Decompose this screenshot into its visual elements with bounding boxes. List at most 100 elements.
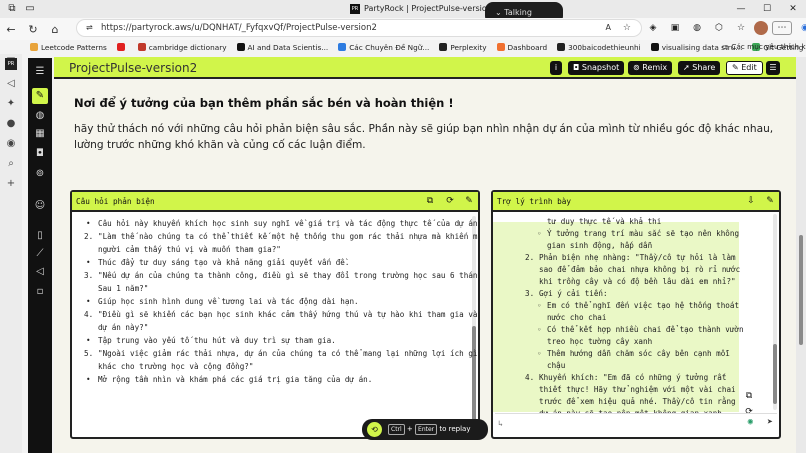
page-scroll-thumb[interactable] (799, 235, 803, 345)
sub-bullet-icon: ◦ (537, 229, 542, 239)
assistant-panel: Trợ lý trình bày ⇩ ✎ tư duy thực tế và k… (491, 190, 781, 439)
list-number: 3. (525, 289, 535, 299)
edit-button[interactable]: ✎ Edit (726, 61, 763, 75)
more-options-icon[interactable]: ⋯ (772, 21, 792, 35)
bookmark-item[interactable]: Dashboard (496, 43, 547, 52)
scroll-thumb[interactable] (773, 344, 777, 404)
info-button[interactable]: i (550, 61, 562, 75)
bookmark-item[interactable]: Các Chuyên Đề Ngữ... (338, 43, 429, 52)
build-icon[interactable]: ✎ (32, 88, 48, 104)
discord-icon[interactable]: ☺ (32, 198, 48, 214)
extension-icon[interactable]: ◈ (644, 20, 662, 36)
page-scrollbar[interactable] (796, 57, 806, 453)
active-tab[interactable]: PR PartyRock | ProjectPulse-version2 (350, 2, 497, 16)
wand-icon[interactable]: ⟋ (32, 246, 48, 262)
minimize-icon[interactable]: — (728, 0, 754, 18)
list-item: treo học tường cây xanh (547, 337, 653, 347)
replay-hint[interactable]: ⟲ Ctrl + Enter to replay (362, 419, 488, 440)
search-icon[interactable]: ⌕ (3, 156, 19, 172)
copy-icon[interactable]: ⧉ (743, 390, 755, 402)
favorite-star-icon[interactable]: ☆ (623, 20, 631, 36)
chevron-down-icon: ⌄ (495, 8, 505, 17)
announce-icon[interactable]: ◁ (32, 264, 48, 280)
library-icon[interactable]: ▦ (32, 126, 48, 142)
list-item: Giúp học sinh hình dung về tương lai và … (98, 297, 359, 306)
app-menu-icon[interactable]: ⧉ (6, 3, 18, 15)
bookmark-item[interactable]: Leetcode Patterns (30, 43, 107, 52)
copilot-icon[interactable]: ✦ (3, 96, 19, 112)
list-item: tư duy thực tế và khả thi (547, 217, 662, 227)
remix-label: Remix (642, 63, 668, 72)
site-info-icon[interactable]: ⇌ (86, 20, 93, 36)
add-icon[interactable]: + (3, 176, 19, 192)
copilot-icon[interactable]: ◉ (796, 20, 806, 36)
bookmark-favicon-icon (557, 43, 566, 51)
bookmark-label: cambridge dictionary (148, 42, 227, 52)
bookmark-label: Leetcode Patterns (41, 42, 107, 52)
window-controls: — ☐ ✕ (728, 0, 806, 18)
maximize-icon[interactable]: ☐ (754, 0, 780, 18)
extension-icon[interactable]: ▣ (666, 20, 684, 36)
extension-icon[interactable]: ◍ (688, 20, 706, 36)
list-number: 4. (84, 310, 94, 319)
app-header: ProjectPulse-version2 i ◘ Snapshot ⊚ Rem… (54, 57, 796, 79)
bookmark-favicon-icon (116, 43, 125, 51)
list-item: Khuyến khích: "Em đã có những ý tưởng rấ… (539, 372, 727, 382)
browser-sidebar: ▤ PR ◁ ✦ ● ◉ ⌕ + (0, 54, 22, 453)
list-item: người cảm thấy thú vị và muốn tham gia?" (98, 245, 281, 254)
remix-button[interactable]: ⊚ Remix (628, 61, 673, 75)
copy-icon[interactable]: ⧉ (424, 195, 436, 207)
bookmark-item[interactable]: Perplexity (439, 43, 487, 52)
list-item: Phản biện nhẹ nhàng: "Thầy/cô tự hỏi là … (539, 253, 736, 263)
profile-avatar[interactable] (754, 21, 768, 35)
book-icon[interactable]: ▯ (32, 228, 48, 244)
share-button[interactable]: ➚ Share (678, 61, 721, 75)
app-icon[interactable]: ◉ (3, 136, 19, 152)
grammar-icon[interactable]: ◉ (748, 417, 753, 428)
camera-icon: ◘ (573, 63, 582, 72)
list-item: "Ngoài việc giảm rác thải nhựa, dự án củ… (98, 349, 478, 358)
favorites-icon[interactable]: ☆ (732, 20, 750, 36)
scrollbar[interactable] (773, 214, 777, 410)
intro-heading: Nơi để ý tưởng của bạn thêm phần sắc bén… (74, 96, 454, 110)
back-arrow-icon[interactable]: ← (0, 23, 22, 36)
bookmark-icon[interactable]: ▫ (32, 284, 48, 300)
refresh-icon[interactable]: ⟳ (444, 195, 456, 207)
close-icon[interactable]: ✕ (780, 0, 806, 18)
reload-icon[interactable]: ↻ (22, 23, 44, 36)
menu-button[interactable]: ☰ (766, 61, 780, 75)
list-item: Thúc đẩy tư duy sáng tạo và khả năng giả… (98, 258, 350, 267)
chat-input[interactable]: ↳ ◉ ➤ (495, 413, 777, 435)
bookmark-item[interactable]: 300baicodethieunhi (557, 43, 641, 52)
edit-icon[interactable]: ✎ (764, 195, 776, 207)
edit-icon[interactable]: ✎ (463, 195, 475, 207)
download-icon[interactable]: ⇩ (745, 195, 757, 207)
bookmark-item[interactable]: cambridge dictionary (137, 42, 227, 52)
scrollbar[interactable] (472, 216, 476, 434)
github-icon[interactable]: ● (3, 116, 19, 132)
menu-icon[interactable]: ☰ (32, 64, 48, 80)
address-bar[interactable]: ⇌ https://partyrock.aws/u/DQNHAT/_Fyfqxv… (76, 19, 642, 37)
bullet-icon: • (86, 258, 91, 267)
list-number: 2. (525, 253, 535, 263)
bookmark-item[interactable]: AI and Data Scientis... (236, 43, 328, 52)
camera-icon[interactable]: ◘ (32, 146, 48, 162)
partyrock-tab-icon[interactable]: PR (5, 58, 17, 70)
snapshot-button[interactable]: ◘ Snapshot (568, 61, 625, 75)
tab-actions-icon[interactable]: ▭ (24, 3, 36, 15)
read-aloud-icon[interactable]: A (606, 20, 611, 36)
speaker-icon[interactable]: ◁ (3, 76, 19, 92)
other-bookmarks[interactable]: ▭ Các mục yêu thích khác (722, 40, 806, 54)
remix-icon[interactable]: ⊚ (32, 166, 48, 182)
bookmark-item[interactable] (116, 43, 128, 51)
extensions-toolbar: ◈ ▣ ◍ ⬡ ☆ ⋯ ◉ (644, 19, 806, 37)
edit-label: Edit (741, 63, 757, 72)
list-item: Có thể kết hợp nhiều chai để tạo thành v… (547, 325, 744, 335)
globe-icon[interactable]: ◍ (32, 108, 48, 124)
send-icon[interactable]: ➤ (767, 417, 773, 428)
scroll-thumb[interactable] (472, 326, 476, 426)
home-icon[interactable]: ⌂ (44, 23, 66, 36)
partyrock-favicon-icon: PR (350, 4, 360, 14)
extension-icon[interactable]: ⬡ (710, 20, 728, 36)
tab-title: PartyRock | ProjectPulse-version2 (364, 4, 497, 13)
